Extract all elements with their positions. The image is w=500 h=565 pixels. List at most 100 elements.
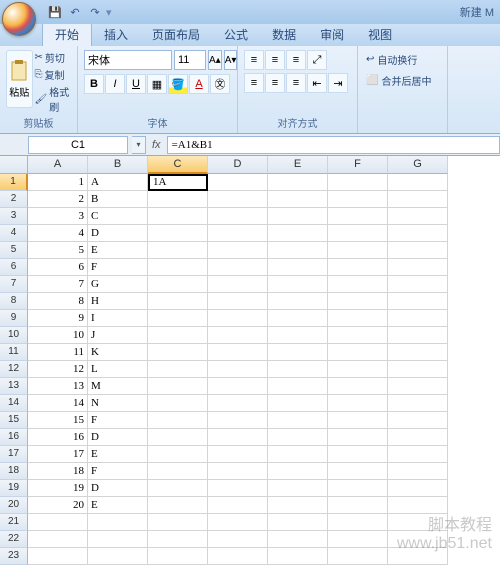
cell-C10[interactable] (148, 327, 208, 344)
cell-E7[interactable] (268, 276, 328, 293)
cell-A16[interactable]: 16 (28, 429, 88, 446)
cell-G9[interactable] (388, 310, 448, 327)
cell-D5[interactable] (208, 242, 268, 259)
cell-B21[interactable] (88, 514, 148, 531)
cell-B7[interactable]: G (88, 276, 148, 293)
tab-view[interactable]: 视图 (356, 23, 404, 46)
undo-icon[interactable]: ↶ (66, 3, 84, 21)
cell-E9[interactable] (268, 310, 328, 327)
cell-B4[interactable]: D (88, 225, 148, 242)
cell-F17[interactable] (328, 446, 388, 463)
cell-D11[interactable] (208, 344, 268, 361)
cell-D3[interactable] (208, 208, 268, 225)
cell-A9[interactable]: 9 (28, 310, 88, 327)
cell-B20[interactable]: E (88, 497, 148, 514)
row-header[interactable]: 2 (0, 191, 28, 208)
cell-A6[interactable]: 6 (28, 259, 88, 276)
cell-A5[interactable]: 5 (28, 242, 88, 259)
cell-B23[interactable] (88, 548, 148, 565)
cell-D6[interactable] (208, 259, 268, 276)
underline-button[interactable]: U (126, 74, 146, 94)
cell-E3[interactable] (268, 208, 328, 225)
cell-F12[interactable] (328, 361, 388, 378)
cell-G18[interactable] (388, 463, 448, 480)
cell-A19[interactable]: 19 (28, 480, 88, 497)
cell-D10[interactable] (208, 327, 268, 344)
cell-A1[interactable]: 1 (28, 174, 88, 191)
column-header-B[interactable]: B (88, 156, 148, 174)
cell-D9[interactable] (208, 310, 268, 327)
cell-C13[interactable] (148, 378, 208, 395)
cell-G5[interactable] (388, 242, 448, 259)
row-header[interactable]: 8 (0, 293, 28, 310)
cell-G2[interactable] (388, 191, 448, 208)
cell-G23[interactable] (388, 548, 448, 565)
row-header[interactable]: 15 (0, 412, 28, 429)
cell-B14[interactable]: N (88, 395, 148, 412)
cell-F21[interactable] (328, 514, 388, 531)
indent-inc-button[interactable]: ⇥ (328, 73, 348, 93)
cell-F10[interactable] (328, 327, 388, 344)
row-header[interactable]: 22 (0, 531, 28, 548)
cell-A12[interactable]: 12 (28, 361, 88, 378)
tab-formulas[interactable]: 公式 (212, 23, 260, 46)
row-header[interactable]: 21 (0, 514, 28, 531)
cell-B18[interactable]: F (88, 463, 148, 480)
orientation-button[interactable]: ⤢ (307, 50, 327, 70)
cell-D22[interactable] (208, 531, 268, 548)
cell-C7[interactable] (148, 276, 208, 293)
cell-E4[interactable] (268, 225, 328, 242)
cell-E11[interactable] (268, 344, 328, 361)
cell-E2[interactable] (268, 191, 328, 208)
cell-E5[interactable] (268, 242, 328, 259)
cell-A23[interactable] (28, 548, 88, 565)
align-top-button[interactable]: ≡ (244, 50, 264, 70)
cell-E16[interactable] (268, 429, 328, 446)
cell-C22[interactable] (148, 531, 208, 548)
cell-D7[interactable] (208, 276, 268, 293)
cell-A18[interactable]: 18 (28, 463, 88, 480)
cell-B3[interactable]: C (88, 208, 148, 225)
cell-D2[interactable] (208, 191, 268, 208)
tab-review[interactable]: 审阅 (308, 23, 356, 46)
border-button[interactable]: ▦ (147, 74, 167, 94)
cell-G16[interactable] (388, 429, 448, 446)
row-header[interactable]: 14 (0, 395, 28, 412)
cell-D19[interactable] (208, 480, 268, 497)
cell-E22[interactable] (268, 531, 328, 548)
cell-A17[interactable]: 17 (28, 446, 88, 463)
row-header[interactable]: 4 (0, 225, 28, 242)
row-header[interactable]: 23 (0, 548, 28, 565)
name-box-dropdown[interactable]: ▾ (132, 136, 146, 154)
cell-D1[interactable] (208, 174, 268, 191)
cell-A4[interactable]: 4 (28, 225, 88, 242)
paste-button[interactable]: 粘贴 (6, 50, 33, 108)
tab-insert[interactable]: 插入 (92, 23, 140, 46)
fx-icon[interactable]: fx (152, 139, 161, 151)
row-header[interactable]: 7 (0, 276, 28, 293)
row-header[interactable]: 10 (0, 327, 28, 344)
cell-B22[interactable] (88, 531, 148, 548)
cell-A11[interactable]: 11 (28, 344, 88, 361)
cell-B12[interactable]: L (88, 361, 148, 378)
cell-B8[interactable]: H (88, 293, 148, 310)
row-header[interactable]: 12 (0, 361, 28, 378)
cell-G12[interactable] (388, 361, 448, 378)
cell-G11[interactable] (388, 344, 448, 361)
cell-A22[interactable] (28, 531, 88, 548)
tab-data[interactable]: 数据 (260, 23, 308, 46)
cell-B16[interactable]: D (88, 429, 148, 446)
cell-D16[interactable] (208, 429, 268, 446)
row-header[interactable]: 20 (0, 497, 28, 514)
cell-B2[interactable]: B (88, 191, 148, 208)
italic-button[interactable]: I (105, 74, 125, 94)
row-header[interactable]: 6 (0, 259, 28, 276)
cell-C17[interactable] (148, 446, 208, 463)
cell-D15[interactable] (208, 412, 268, 429)
cell-B17[interactable]: E (88, 446, 148, 463)
cell-G4[interactable] (388, 225, 448, 242)
cell-G3[interactable] (388, 208, 448, 225)
cell-F8[interactable] (328, 293, 388, 310)
cell-F9[interactable] (328, 310, 388, 327)
align-center-button[interactable]: ≡ (265, 73, 285, 93)
